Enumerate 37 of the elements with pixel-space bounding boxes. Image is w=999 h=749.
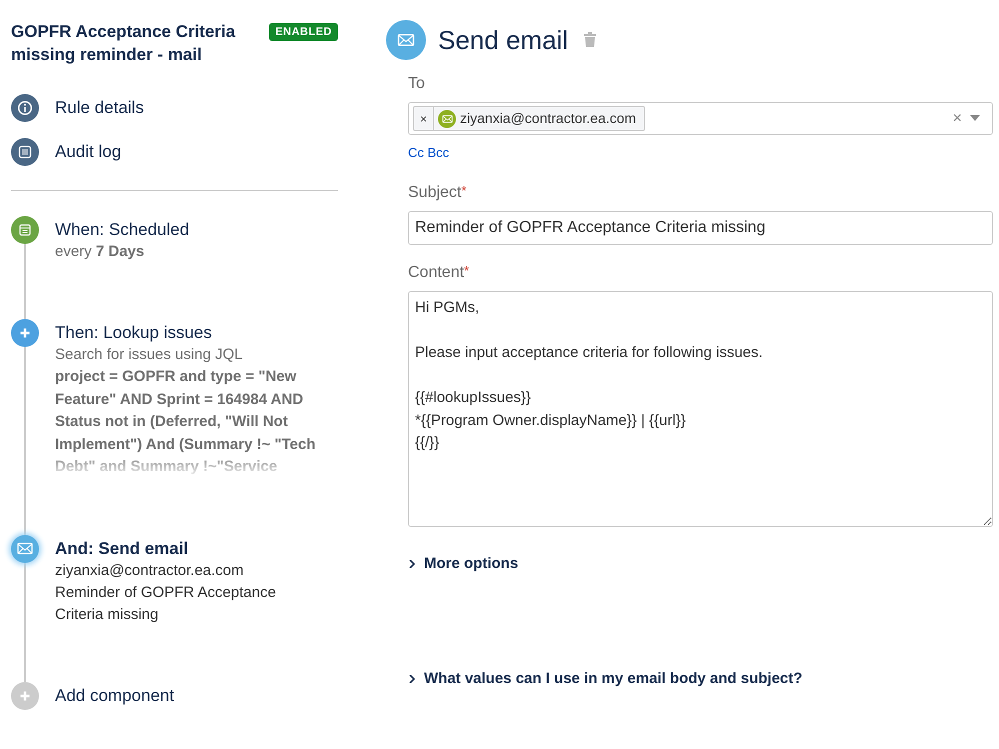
expander-toggle[interactable]: More options [408,553,518,576]
step-title[interactable]: And: Send email [55,538,305,560]
expander-toggle[interactable]: What values can I use in my email body and subject? [408,668,802,690]
remove-button[interactable]: × [414,107,434,130]
nav-item[interactable]: Rule details [11,90,338,126]
rule-title: GOPFR Acceptance Criteria missing reminder - mail [11,21,236,66]
required-mark: * [464,263,470,278]
required-mark: * [461,183,466,198]
caret-icon[interactable] [970,115,980,122]
query-text: project = GOPFR and type = "New Feature" AND Sprint = 164984 AND Status not in (Deferred, "Will Not Implement") And (Summary !~ "Tech Debt" and Summary !~"Service [55,367,317,477]
step-description: ziyanxia@contractor.ea.com [55,560,245,580]
list-icon [17,144,33,160]
content-field[interactable]: Hi PGMs, Please input acceptance criteria for following issues. {{#lookupIssues}} *{{Program Owner.displayName}} | {{url}} {{/}} [408,291,993,527]
step-description: Reminder of GOPFR Acceptance Criteria missing [55,582,277,624]
cc-bcc-link[interactable]: Cc Bcc [408,143,450,162]
subject-field[interactable]: Reminder of GOPFR Acceptance Criteria missing [408,211,993,245]
step-description: every 7 Days [55,242,146,262]
step-title[interactable]: Add component [55,684,174,706]
nav-item[interactable]: Audit log [11,134,338,170]
step-title[interactable]: Then: Lookup issues [55,322,335,344]
mail-icon [442,114,453,124]
content-label: Content [408,264,464,281]
status-label: ENABLED [269,23,338,41]
subject-label: Subject [408,184,462,201]
clear-button[interactable]: × [952,106,962,130]
chevron-icon [408,560,416,568]
calendar-icon [17,222,33,238]
to-field[interactable]: × ziyanxia@contractor.ea.com × [408,102,993,135]
mail-icon [17,540,33,556]
mail-icon [395,32,417,48]
step-description: Search for issues using JQL [55,345,244,365]
info-icon [17,100,33,116]
recipient-tag[interactable]: × ziyanxia@contractor.ea.com [413,106,646,131]
chevron-icon [408,674,416,683]
step-title[interactable]: When: Scheduled [55,219,305,241]
panel-title: Send email [438,24,568,56]
to-label: To [408,74,426,94]
